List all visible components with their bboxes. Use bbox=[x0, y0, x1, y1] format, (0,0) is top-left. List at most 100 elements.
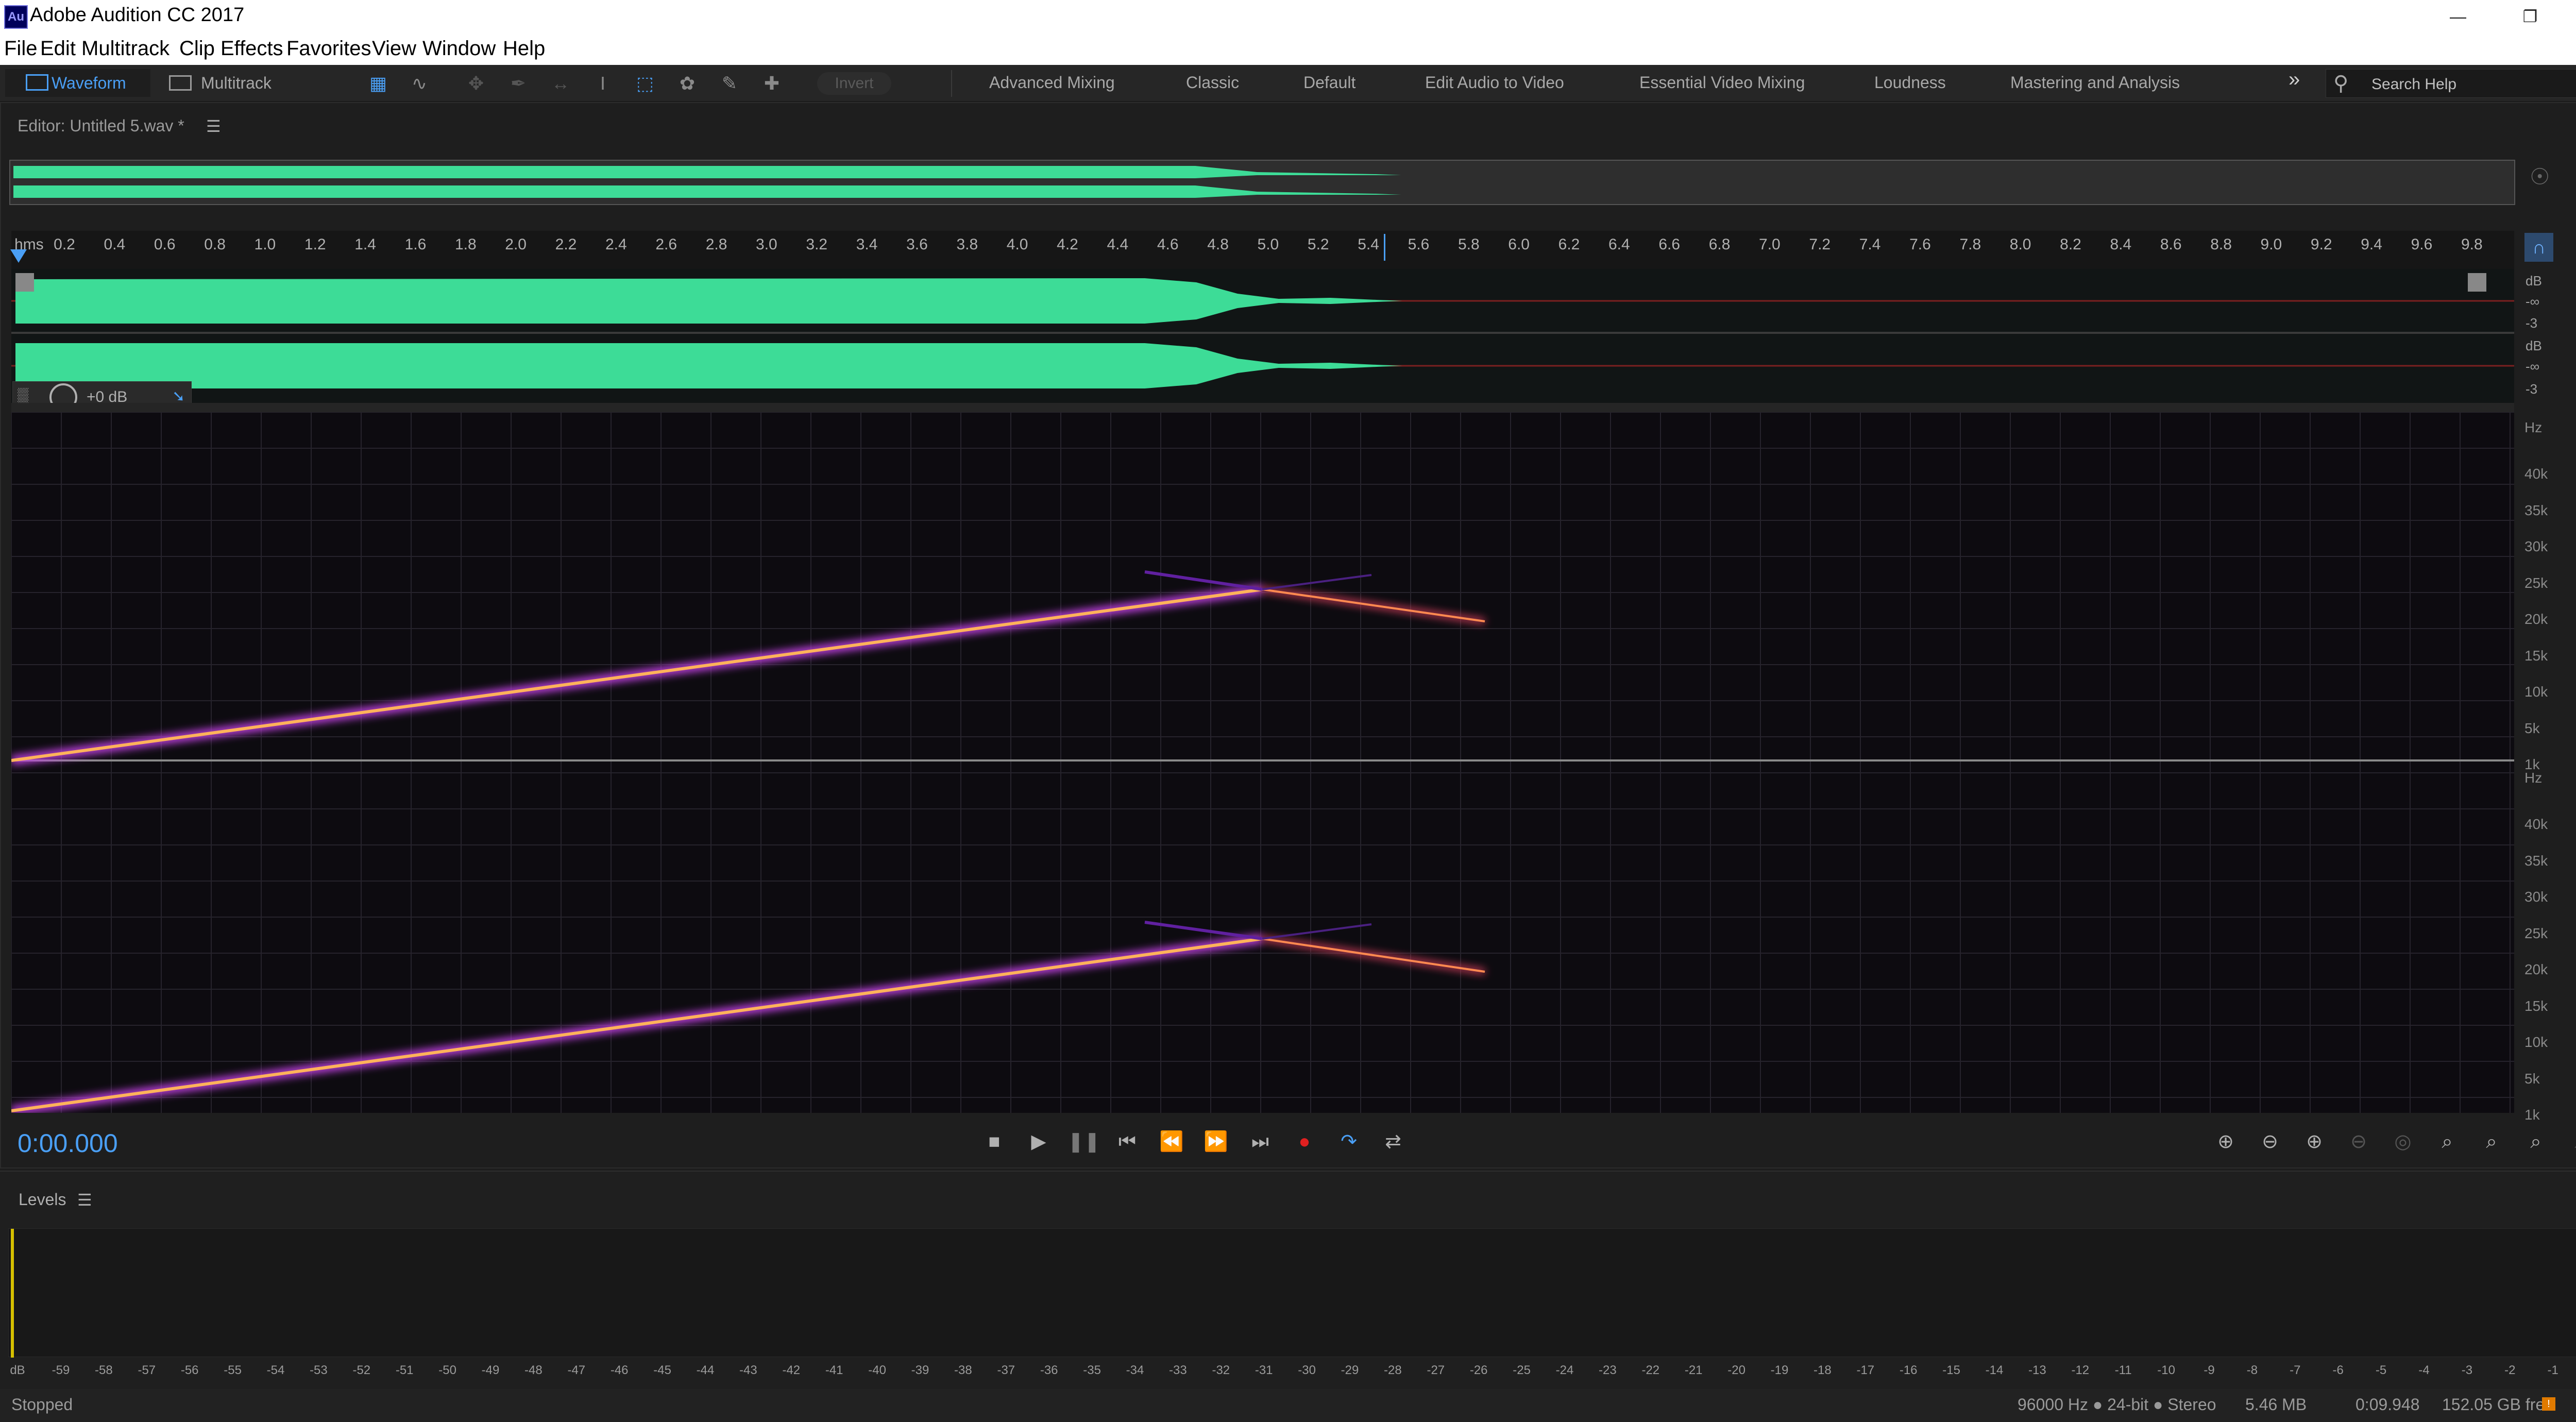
snap-magnet-icon[interactable]: ∩ bbox=[2524, 233, 2553, 262]
skip-selection-button[interactable]: ⇄ bbox=[1378, 1126, 1409, 1157]
marquee-selection-tool-icon[interactable]: ⬚ bbox=[630, 70, 660, 97]
db-scale-label: -52 bbox=[352, 1363, 371, 1377]
fade-in-handle[interactable] bbox=[15, 273, 34, 292]
levels-panel-title[interactable]: Levels bbox=[19, 1190, 66, 1209]
menu-file[interactable]: File bbox=[4, 37, 37, 60]
ruler-tick-label: 9.0 bbox=[2260, 236, 2282, 253]
db-scale-label: -53 bbox=[310, 1363, 328, 1377]
current-time-display[interactable]: 0:00.000 bbox=[18, 1128, 118, 1158]
db-scale-label: -45 bbox=[653, 1363, 671, 1377]
db-scale-label: -43 bbox=[739, 1363, 757, 1377]
zoom-out-time-icon[interactable]: ⊖ bbox=[2343, 1126, 2374, 1157]
editor-tab-title[interactable]: Editor: Untitled 5.wav * bbox=[18, 116, 184, 136]
slip-tool-icon[interactable]: ↔ bbox=[545, 70, 576, 97]
db-scale-label: -15 bbox=[1942, 1363, 1960, 1377]
menu-view[interactable]: View bbox=[372, 37, 416, 60]
minimize-icon[interactable]: — bbox=[2425, 0, 2492, 35]
workspace-overflow-icon[interactable]: » bbox=[2289, 68, 2300, 91]
zoom-in-time-icon[interactable]: ⊕ bbox=[2299, 1126, 2330, 1157]
db-scale-label: -54 bbox=[266, 1363, 285, 1377]
spectral-frequency-display[interactable] bbox=[11, 412, 2514, 1113]
editor-panel-menu-icon[interactable]: ☰ bbox=[206, 116, 221, 136]
play-button[interactable]: ▶ bbox=[1023, 1126, 1054, 1157]
skip-to-start-button[interactable]: ⏮ bbox=[1112, 1126, 1143, 1157]
multitrack-view-button[interactable]: Multitrack bbox=[155, 69, 289, 97]
db-scale-label: -19 bbox=[1770, 1363, 1789, 1377]
db-scale-label: -23 bbox=[1599, 1363, 1617, 1377]
file-size: 5.46 MB bbox=[2245, 1395, 2307, 1414]
brush-selection-tool-icon[interactable]: ✎ bbox=[714, 70, 745, 97]
fast-forward-button[interactable]: ⏩ bbox=[1200, 1126, 1231, 1157]
amp-scale-3-left: -3 bbox=[2526, 315, 2538, 331]
zoom-in-at-start-icon[interactable]: ⌕ bbox=[2432, 1126, 2463, 1157]
db-scale-label: -31 bbox=[1255, 1363, 1273, 1377]
db-scale-label: -32 bbox=[1212, 1363, 1230, 1377]
menu-help[interactable]: Help bbox=[503, 37, 545, 60]
workspace-default[interactable]: Default bbox=[1303, 73, 1355, 92]
zoom-in-at-end-icon[interactable]: ⌕ bbox=[2476, 1126, 2507, 1157]
workspace-edit-audio-to-video[interactable]: Edit Audio to Video bbox=[1425, 73, 1564, 92]
db-scale-label: -12 bbox=[2071, 1363, 2090, 1377]
ruler-tick-label: 9.2 bbox=[2310, 236, 2332, 253]
db-scale-label: -49 bbox=[481, 1363, 500, 1377]
zoom-selected-icon[interactable]: ⌕ bbox=[2565, 1126, 2576, 1157]
waveform-spectral-divider[interactable] bbox=[11, 403, 2514, 412]
menu-favorites[interactable]: Favorites bbox=[286, 37, 371, 60]
warning-icon[interactable]: ! bbox=[2542, 1397, 2555, 1411]
waveform-display[interactable] bbox=[11, 269, 2514, 403]
db-scale-label: -40 bbox=[868, 1363, 886, 1377]
workspace-mastering-and-analysis[interactable]: Mastering and Analysis bbox=[2010, 73, 2180, 92]
ruler-tick-label: 1.8 bbox=[454, 236, 477, 253]
amp-scale-db-left: dB bbox=[2526, 273, 2542, 289]
pause-button[interactable]: ❚❚ bbox=[1067, 1126, 1100, 1157]
overview-navigator[interactable] bbox=[9, 160, 2515, 205]
rewind-button[interactable]: ⏪ bbox=[1156, 1126, 1187, 1157]
ruler-tick-label: 5.6 bbox=[1408, 236, 1430, 253]
amp-scale-3-right: -3 bbox=[2526, 381, 2538, 397]
maximize-icon[interactable]: ❐ bbox=[2497, 0, 2564, 35]
spot-healing-brush-icon[interactable]: ✚ bbox=[756, 70, 787, 97]
menu-multitrack[interactable]: Multitrack bbox=[81, 37, 170, 60]
playhead-marker[interactable] bbox=[10, 249, 27, 263]
spectral-display-icon[interactable]: ▦ bbox=[363, 70, 394, 97]
search-help-field[interactable]: ⚲ Search Help bbox=[2326, 69, 2576, 98]
db-scale-label: -1 bbox=[2547, 1363, 2558, 1377]
level-meter bbox=[8, 1228, 2576, 1358]
zoom-out-amplitude-icon[interactable]: ⊖ bbox=[2255, 1126, 2285, 1157]
record-button[interactable]: ● bbox=[1289, 1126, 1320, 1157]
loop-playback-button[interactable]: ↷ bbox=[1333, 1126, 1364, 1157]
workspace-essential-video-mixing[interactable]: Essential Video Mixing bbox=[1639, 73, 1805, 92]
razor-tool-icon[interactable]: ✒ bbox=[503, 70, 534, 97]
invert-button[interactable]: Invert bbox=[817, 72, 891, 95]
zoom-navigator-icon[interactable]: ☉ bbox=[2530, 164, 2550, 190]
menu-effects[interactable]: Effects bbox=[221, 37, 283, 60]
stop-button[interactable]: ■ bbox=[979, 1126, 1010, 1157]
levels-panel-menu-icon[interactable]: ☰ bbox=[77, 1190, 92, 1210]
ruler-tick-label: 3.6 bbox=[906, 236, 928, 253]
lasso-selection-tool-icon[interactable]: ✿ bbox=[672, 70, 703, 97]
time-selection-tool-icon[interactable]: I bbox=[587, 70, 618, 97]
skip-to-end-button[interactable]: ⏭ bbox=[1245, 1126, 1276, 1157]
menu-clip[interactable]: Clip bbox=[179, 37, 215, 60]
waveform-view-button[interactable]: Waveform bbox=[5, 69, 150, 97]
hud-grip-icon[interactable]: ▒ bbox=[18, 387, 28, 405]
ruler-tick-label: 7.2 bbox=[1809, 236, 1831, 253]
ruler-tick-label: 2.2 bbox=[555, 236, 577, 253]
fade-out-handle[interactable] bbox=[2468, 273, 2486, 292]
db-unit-label: dB bbox=[10, 1363, 25, 1377]
menu-edit[interactable]: Edit bbox=[40, 37, 76, 60]
move-tool-icon[interactable]: ✥ bbox=[461, 70, 492, 97]
workspace-loudness[interactable]: Loudness bbox=[1874, 73, 1946, 92]
workspace-classic[interactable]: Classic bbox=[1186, 73, 1239, 92]
workspace-advanced-mixing[interactable]: Advanced Mixing bbox=[989, 73, 1115, 92]
db-scale-label: -7 bbox=[2290, 1363, 2301, 1377]
free-disk-space: 152.05 GB free bbox=[2442, 1395, 2554, 1414]
overview-menu-icon[interactable]: ▤ bbox=[2574, 164, 2576, 190]
zoom-to-selection-icon[interactable]: ⌕ bbox=[2520, 1126, 2551, 1157]
menu-window[interactable]: Window bbox=[422, 37, 496, 60]
zoom-in-amplitude-icon[interactable]: ⊕ bbox=[2210, 1126, 2241, 1157]
zoom-out-full-icon[interactable]: ◎ bbox=[2387, 1126, 2418, 1157]
pitch-display-icon[interactable]: ∿ bbox=[404, 70, 435, 97]
ruler-tick-label: 8.2 bbox=[2060, 236, 2081, 253]
close-icon[interactable]: ✕ bbox=[2569, 0, 2576, 35]
